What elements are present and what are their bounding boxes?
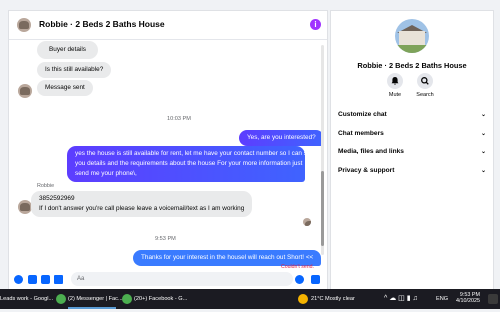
chevron-down-icon: ⌄ [480,168,486,174]
taskbar-app-label: Leads work - Googl... [0,296,54,302]
taskbar-app-leads[interactable]: Leads work - Googl... [0,289,54,309]
gif-icon[interactable] [54,275,63,284]
section-media-files-links[interactable]: Media, files and links ⌄ [338,148,486,155]
clock[interactable]: 9:53 PM 4/10/2025 [456,292,480,312]
bell-icon[interactable] [387,73,403,89]
scrollbar-thumb[interactable] [321,171,324,246]
message-outgoing: Yes, are you interested? [239,130,324,146]
section-label: Privacy & support [338,167,395,174]
image-icon[interactable] [28,275,37,284]
chevron-down-icon: ⌄ [480,149,486,155]
contact-avatar[interactable] [17,18,31,32]
message-incoming: 3852592969 If I don't answer you're call… [31,191,253,217]
composer: Aa [9,269,327,289]
sender-avatar [18,200,32,214]
seen-avatar [303,218,311,226]
section-label: Customize chat [338,111,387,118]
language-indicator[interactable]: ENG [436,289,448,309]
buyer-details-button[interactable]: Buyer details [37,41,98,59]
message-line: you details and the requirements about t… [75,159,303,167]
notification-icon[interactable] [488,294,498,304]
taskbar-app-label: (2) Messenger | Fac... [68,296,123,302]
taskbar-app-label: (20+) Facebook - G... [134,296,188,302]
message-line: If I don't answer you're call please lea… [39,204,245,212]
chat-header: Robbie · 2 Beds 2 Baths House i [9,11,327,40]
timestamp: 9:53 PM [155,236,176,242]
search-icon[interactable] [417,73,433,89]
mute-label: Mute [388,92,402,98]
clock-date: 4/10/2025 [456,298,480,305]
taskbar-app-facebook[interactable]: (20+) Facebook - G... [134,289,188,309]
section-label: Media, files and links [338,148,404,155]
search-label: Search [416,92,434,98]
chrome-icon [56,294,66,304]
message-line: send me your phone\, [75,169,137,177]
info-icon[interactable]: i [310,19,321,30]
timestamp: 10:03 PM [167,116,191,122]
weather-widget[interactable]: 21°C Mostly clear [311,289,355,309]
like-icon[interactable] [311,275,320,284]
message-list: Buyer details Is this still available? M… [9,40,327,270]
chat-title[interactable]: Robbie · 2 Beds 2 Baths House [39,19,165,29]
profile-name: Robbie · 2 Beds 2 Baths House [357,61,467,70]
taskbar-app-messenger[interactable]: (2) Messenger | Fac... [68,289,123,309]
section-customize-chat[interactable]: Customize chat ⌄ [338,111,486,118]
chevron-down-icon: ⌄ [480,131,486,137]
weather-icon [298,294,308,304]
message-outgoing: yes the house is still available for ren… [67,146,318,182]
message-input[interactable]: Aa [71,272,293,286]
section-chat-members[interactable]: Chat members ⌄ [338,130,486,137]
message-line: 3852592969 [39,195,75,202]
sender-avatar [18,84,32,98]
chat-panel: Robbie · 2 Beds 2 Baths House i Buyer de… [8,10,328,290]
section-privacy-support[interactable]: Privacy & support ⌄ [338,167,486,174]
sender-name: Robbie [37,183,55,189]
message-incoming: Message sent [37,80,93,96]
taskbar: Leads work - Googl... (2) Messenger | Fa… [0,289,500,309]
system-tray-icons[interactable]: ^ ☁ ◫ ▮ ♫ [384,289,418,309]
plus-icon[interactable] [14,275,23,284]
profile-picture[interactable] [395,19,429,53]
message-line: yes the house is still available for ren… [75,150,318,157]
section-label: Chat members [338,130,384,137]
emoji-icon[interactable] [295,275,304,284]
message-incoming: Is this still available? [37,62,112,78]
chrome-icon [122,294,132,304]
chevron-down-icon: ⌄ [480,112,486,118]
conversation-details-panel: Robbie · 2 Beds 2 Baths House Mute Searc… [330,10,494,290]
sticker-icon[interactable] [41,275,50,284]
